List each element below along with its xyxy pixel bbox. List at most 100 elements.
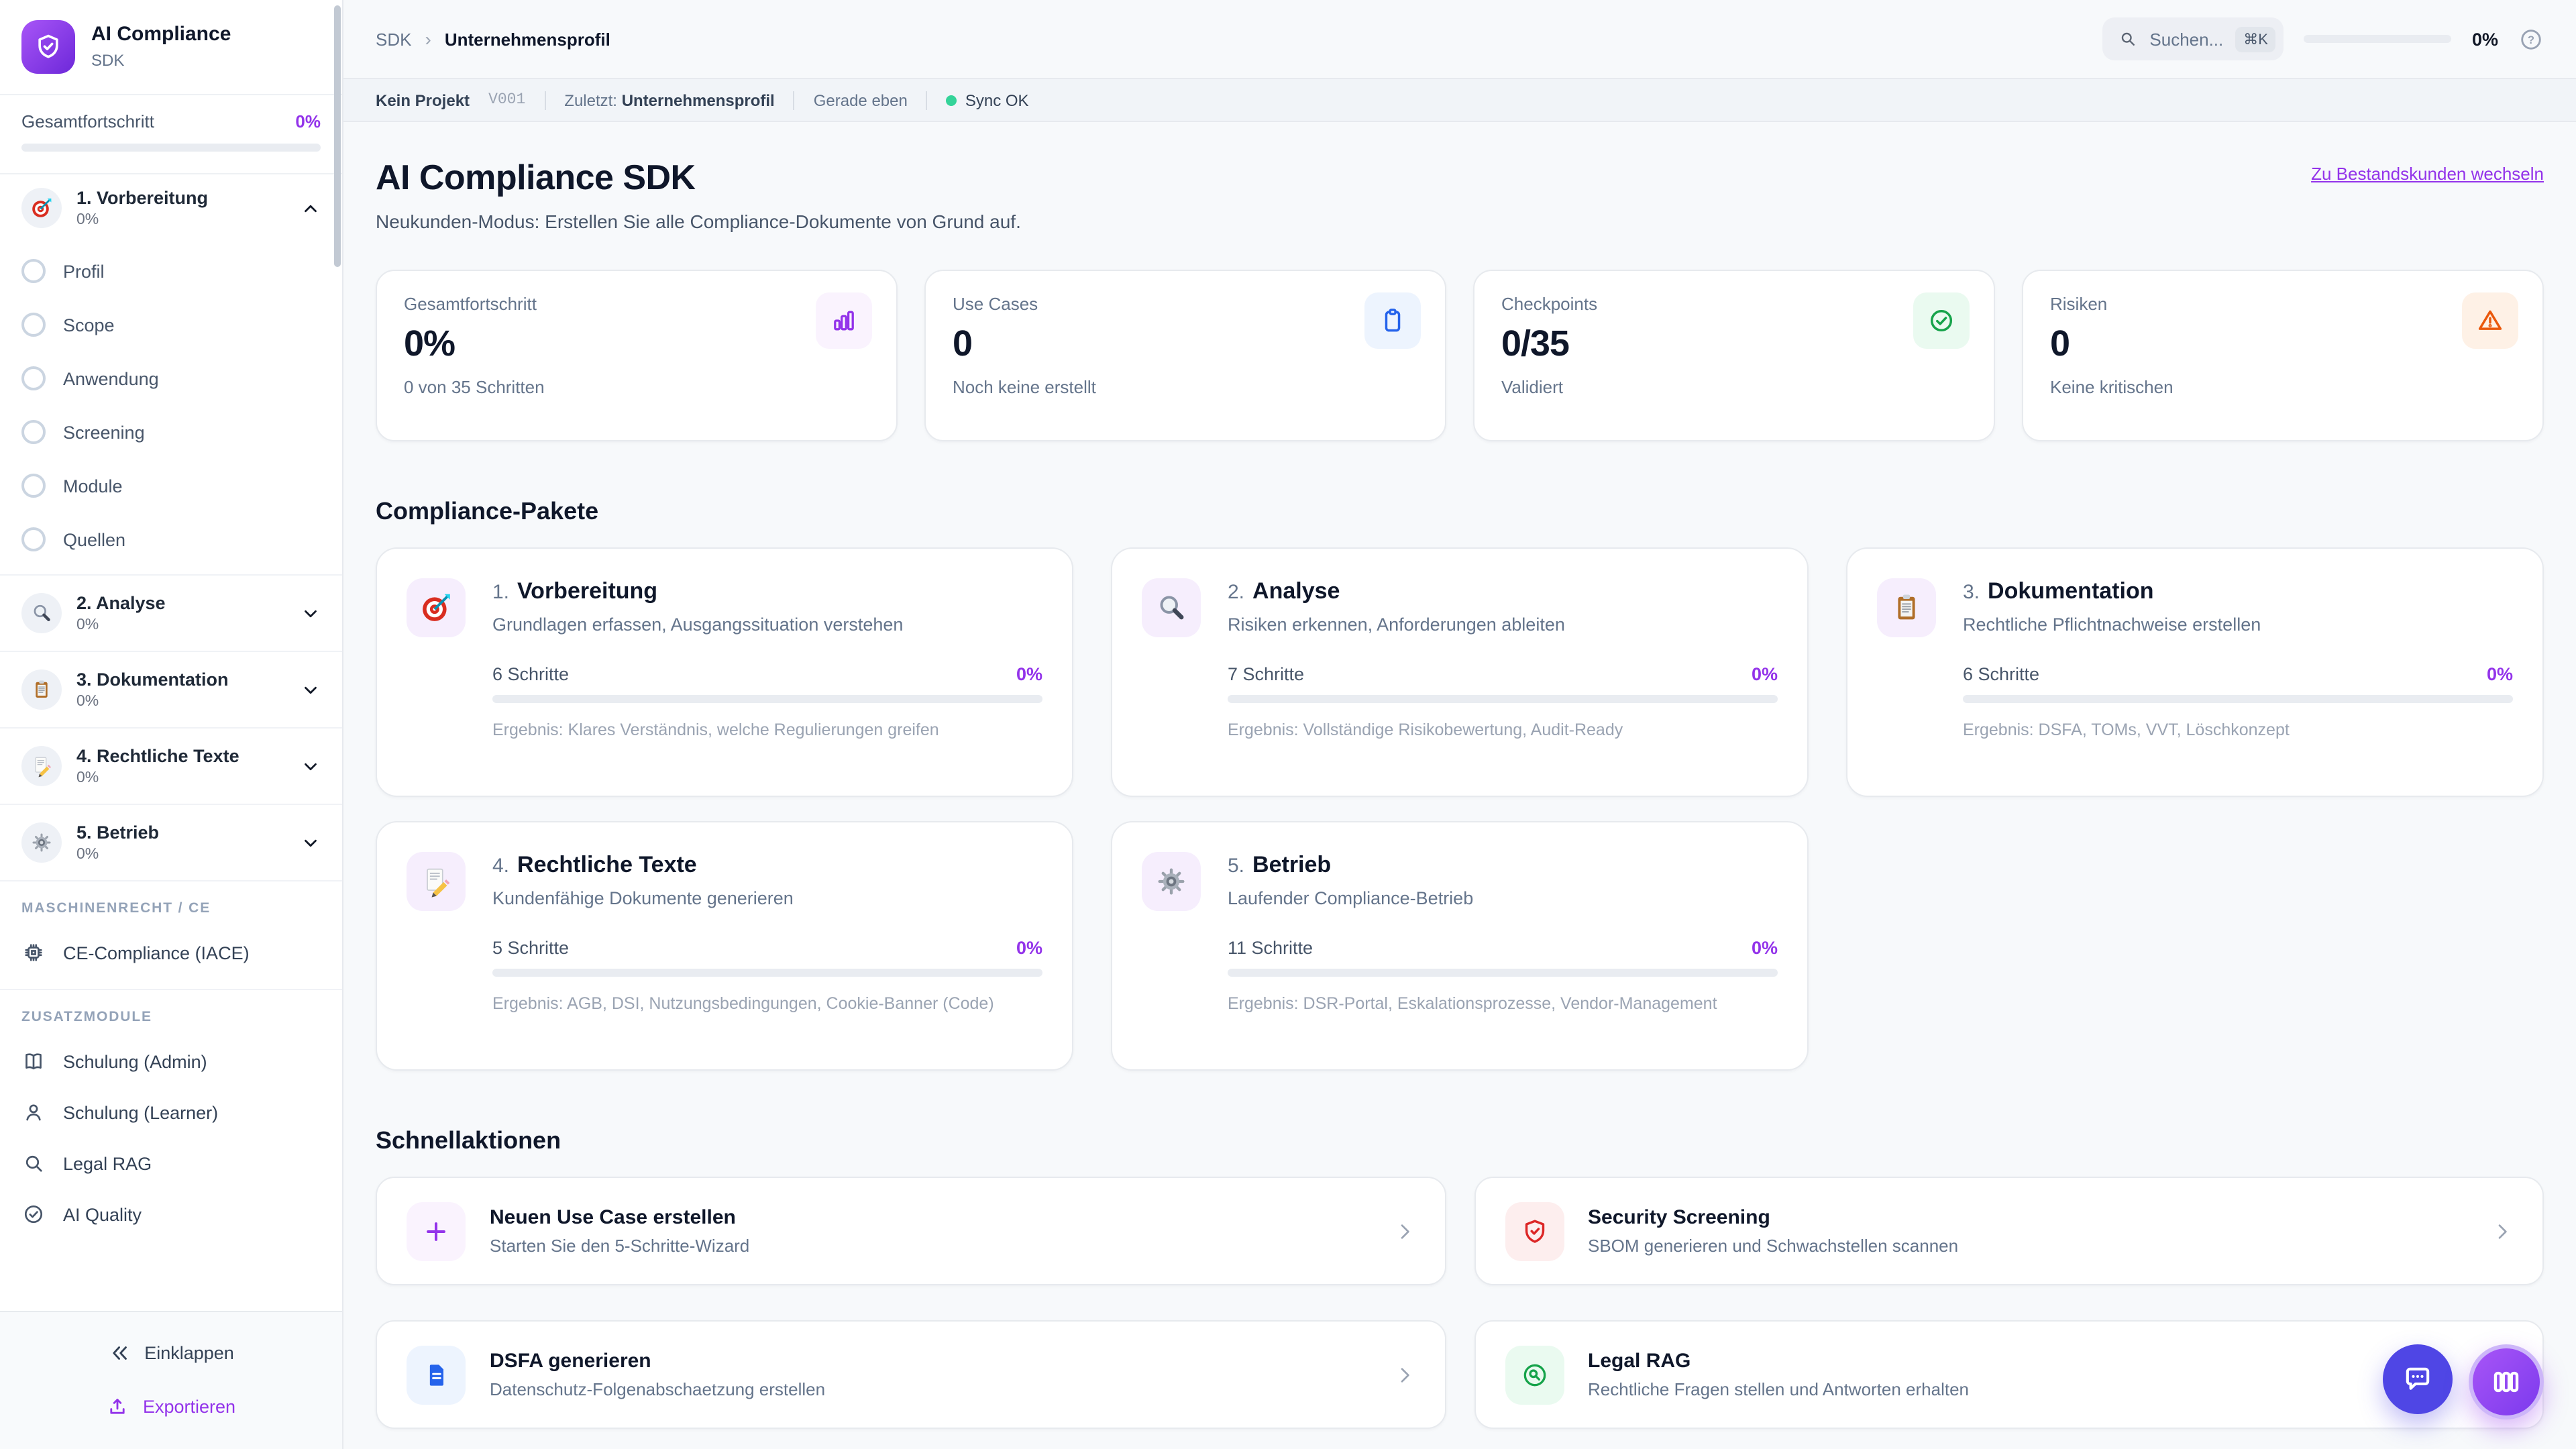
phase-header-betrieb[interactable]: 5. Betrieb 0% [0,805,342,880]
chevron-right-icon [1393,1220,1415,1242]
section-maschinenrecht: MASCHINENRECHT / CE CE-Compliance (IACE) [0,880,342,989]
radio-icon [21,366,46,390]
step-scope[interactable]: Scope [0,298,342,352]
double-chevron-left-icon [108,1341,131,1364]
search-input[interactable]: Suchen... ⌘K [2102,17,2284,60]
main-area: SDK › Unternehmensprofil Suchen... ⌘K 0% [343,0,2576,1449]
breadcrumb-chevron-icon: › [425,28,431,50]
gear-icon [21,822,62,863]
sidebar-item-ce-compliance[interactable]: CE-Compliance (IACE) [0,927,342,978]
breadcrumb-root[interactable]: SDK [376,29,411,49]
chevron-right-icon [1393,1364,1415,1385]
target-icon [407,578,466,637]
file-text-icon [407,1345,466,1404]
sync-status: Sync OK [946,91,1029,109]
radio-icon [21,420,46,444]
chevron-down-icon [301,603,321,623]
phase-header-vorbereitung[interactable]: 1. Vorbereitung 0% [0,174,342,241]
memo-pencil-icon [407,852,466,911]
switch-mode-link[interactable]: Zu Bestandskunden wechseln [2311,164,2544,184]
shield-check-icon [1505,1201,1564,1260]
step-profil[interactable]: Profil [0,244,342,298]
project-name: Kein Projekt [376,91,470,109]
action-dsfa-generieren[interactable]: DSFA generieren Datenschutz-Folgenabscha… [376,1320,1446,1429]
bar-chart-icon [816,292,872,349]
package-card-betrieb[interactable]: 5. Betrieb Laufender Compliance-Betrieb 1… [1111,821,1809,1071]
package-card-vorbereitung[interactable]: 1. Vorbereitung Grundlagen erfassen, Ausg… [376,547,1073,797]
topbar-progress-value: 0% [2471,29,2498,49]
board-fab-button[interactable] [2469,1344,2544,1419]
stat-card-risiken: Risiken 0 Keine kritischen [2022,270,2544,441]
stat-card-gesamtfortschritt: Gesamtfortschritt 0% 0 von 35 Schritten [376,270,898,441]
chat-fab-button[interactable] [2383,1344,2453,1414]
chat-bubble-icon [2400,1362,2435,1397]
divider [544,91,546,109]
phase-header-rechtliche-texte[interactable]: 4. Rechtliche Texte 0% [0,729,342,804]
phase-header-analyse[interactable]: 2. Analyse 0% [0,576,342,651]
sidebar-nav: 1. Vorbereitung 0% Profil Scope Anwendun… [0,174,342,1311]
overall-progress-label: Gesamtfortschritt [21,111,154,131]
step-quellen[interactable]: Quellen [0,513,342,566]
columns-icon [2489,1364,2524,1399]
clipboard-icon [1877,578,1936,637]
phase-group-dokumentation: 3. Dokumentation 0% [0,651,342,727]
phase-group-analyse: 2. Analyse 0% [0,574,342,651]
sidebar-item-schulung-admin[interactable]: Schulung (Admin) [0,1036,342,1087]
topbar: SDK › Unternehmensprofil Suchen... ⌘K 0% [343,0,2576,79]
phase-name: 1. Vorbereitung [76,188,209,209]
search-icon [2118,30,2137,48]
export-button[interactable]: Exportieren [21,1379,321,1433]
quick-actions-heading: Schnellaktionen [376,1127,561,1154]
magnifier-icon [21,593,62,633]
section-zusatzmodule: ZUSATZMODULE Schulung (Admin) Schulung (… [0,989,342,1250]
book-open-icon [21,1049,46,1073]
package-card-dokumentation[interactable]: 3. Dokumentation Rechtliche Pflichtnachwe… [1846,547,2544,797]
action-security-screening[interactable]: Security Screening SBOM generieren und S… [1474,1177,2544,1285]
radio-icon [21,313,46,337]
sidebar-footer: Einklappen Exportieren [0,1311,342,1449]
step-screening[interactable]: Screening [0,405,342,459]
collapse-sidebar-button[interactable]: Einklappen [21,1326,321,1379]
help-icon[interactable]: ? [2518,26,2544,52]
topbar-progress-bar [2304,35,2452,43]
search-circle-icon [1505,1345,1564,1404]
chevron-down-icon [301,756,321,776]
page-title: AI Compliance SDK [376,157,696,197]
search-placeholder: Suchen... [2149,29,2224,49]
page-content: AI Compliance SDK Neukunden-Modus: Erste… [343,122,2576,1449]
package-progress-bar [492,695,1042,703]
quick-actions-grid: Neuen Use Case erstellen Starten Sie den… [376,1177,2544,1429]
step-module[interactable]: Module [0,459,342,513]
breadcrumb-current: Unternehmensprofil [444,29,610,49]
gear-icon [1142,852,1201,911]
phase-group-vorbereitung: 1. Vorbereitung 0% Profil Scope Anwendun… [0,174,342,574]
phase-header-dokumentation[interactable]: 3. Dokumentation 0% [0,652,342,727]
sidebar: AI Compliance SDK Gesamtfortschritt 0% 1… [0,0,343,1449]
package-progress-bar [1228,969,1778,977]
package-progress-bar [492,969,1042,977]
radio-icon [21,474,46,498]
step-anwendung[interactable]: Anwendung [0,352,342,405]
svg-text:?: ? [2528,33,2534,46]
stat-card-use-cases: Use Cases 0 Noch keine erstellt [924,270,1446,441]
upload-icon [107,1395,129,1417]
package-card-rechtliche-texte[interactable]: 4. Rechtliche Texte Kundenfähige Dokument… [376,821,1073,1071]
sidebar-item-legal-rag[interactable]: Legal RAG [0,1138,342,1189]
magnifier-icon [1142,578,1201,637]
package-card-analyse[interactable]: 2. Analyse Risiken erkennen, Anforderunge… [1111,547,1809,797]
version-badge: V001 [488,91,526,109]
clipboard-icon [21,669,62,710]
sidebar-item-schulung-learner[interactable]: Schulung (Learner) [0,1087,342,1138]
shield-check-icon [34,32,63,62]
sidebar-scrollbar[interactable] [334,5,341,267]
sync-dot-icon [946,95,957,105]
chevron-down-icon [301,680,321,700]
brand-title: AI Compliance [91,23,231,46]
divider [793,91,795,109]
divider [926,91,928,109]
chevron-right-icon [2491,1220,2513,1242]
overall-progress-bar [21,144,321,152]
sidebar-item-ai-quality[interactable]: AI Quality [0,1189,342,1240]
action-new-use-case[interactable]: Neuen Use Case erstellen Starten Sie den… [376,1177,1446,1285]
memo-pencil-icon [21,746,62,786]
